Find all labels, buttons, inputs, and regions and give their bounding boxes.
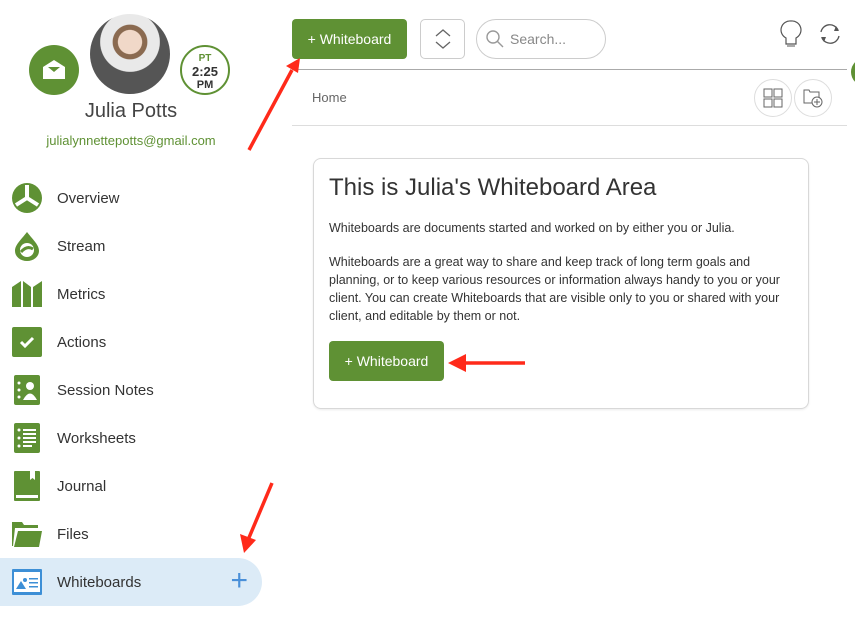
search-icon xyxy=(486,30,504,48)
card-paragraph: Whiteboards are documents started and wo… xyxy=(329,221,735,235)
worksheet-icon xyxy=(12,423,42,453)
message-button[interactable] xyxy=(29,45,79,95)
time: 2:25 xyxy=(191,64,219,79)
breadcrumb-home[interactable]: Home xyxy=(312,90,347,105)
sidebar-item-label: Whiteboards xyxy=(57,573,142,591)
client-name: Julia Potts xyxy=(84,100,178,122)
arrow-head xyxy=(286,58,300,73)
card-paragraph: Whiteboards are a great way to share and… xyxy=(329,255,780,323)
card-title: This is Julia's Whiteboard Area xyxy=(329,174,657,201)
sort-toggle-button[interactable] xyxy=(420,19,465,59)
add-whiteboard-plus-icon[interactable]: + xyxy=(230,566,248,596)
divider xyxy=(292,125,847,126)
sidebar-item-worksheets[interactable]: Worksheets xyxy=(0,414,262,462)
sidebar-item-label: Actions xyxy=(57,333,107,351)
client-email[interactable]: julialynnettepotts@gmail.com xyxy=(0,133,262,148)
sidebar-item-label: Journal xyxy=(57,477,107,495)
divider xyxy=(292,69,847,70)
search-input[interactable]: Search... xyxy=(476,19,606,59)
client-time: PT 2:25 PM xyxy=(180,45,230,95)
sidebar-item-label: Metrics xyxy=(57,285,106,303)
ampm: PM xyxy=(196,79,214,91)
sidebar-item-label: Session Notes xyxy=(57,381,154,399)
folder-icon xyxy=(12,519,42,549)
sidebar-item-label: Stream xyxy=(57,237,106,255)
search-placeholder: Search... xyxy=(510,31,567,47)
refresh-icon[interactable] xyxy=(817,22,843,51)
journal-icon xyxy=(12,471,42,501)
add-whiteboard-card-button[interactable]: + Whiteboard xyxy=(329,341,444,381)
whiteboard-info-card: This is Julia's Whiteboard Area Whiteboa… xyxy=(313,158,809,409)
folder-add-icon xyxy=(803,89,823,108)
metrics-icon xyxy=(12,279,42,309)
sidebar-item-files[interactable]: Files xyxy=(0,510,262,558)
sidebar-item-label: Overview xyxy=(57,189,120,207)
stream-icon xyxy=(12,231,42,261)
sidebar-item-label: Worksheets xyxy=(57,429,136,447)
new-folder-button[interactable] xyxy=(794,79,832,117)
partial-avatar xyxy=(851,58,855,86)
add-whiteboard-button[interactable]: + Whiteboard xyxy=(292,19,407,59)
sidebar-item-label: Files xyxy=(57,525,89,543)
avatar xyxy=(90,14,170,94)
sidebar-item-whiteboards[interactable]: Whiteboards + xyxy=(0,558,262,606)
sidebar-nav: Overview Stream Metrics Actions Session … xyxy=(0,174,262,606)
grid-icon xyxy=(763,88,783,108)
sidebar-item-overview[interactable]: Overview xyxy=(0,174,262,222)
chevron-up-down-icon xyxy=(435,29,450,49)
sidebar-item-metrics[interactable]: Metrics xyxy=(0,270,262,318)
grid-view-button[interactable] xyxy=(754,79,792,117)
sidebar-item-session-notes[interactable]: Session Notes xyxy=(0,366,262,414)
whiteboard-icon xyxy=(12,567,42,597)
sidebar-item-stream[interactable]: Stream xyxy=(0,222,262,270)
overview-icon xyxy=(12,183,42,213)
lightbulb-icon[interactable] xyxy=(780,20,802,53)
sidebar-item-actions[interactable]: Actions xyxy=(0,318,262,366)
session-notes-icon xyxy=(12,375,42,405)
checkbox-icon xyxy=(12,327,42,357)
sidebar-item-journal[interactable]: Journal xyxy=(0,462,262,510)
envelope-icon xyxy=(43,60,65,79)
